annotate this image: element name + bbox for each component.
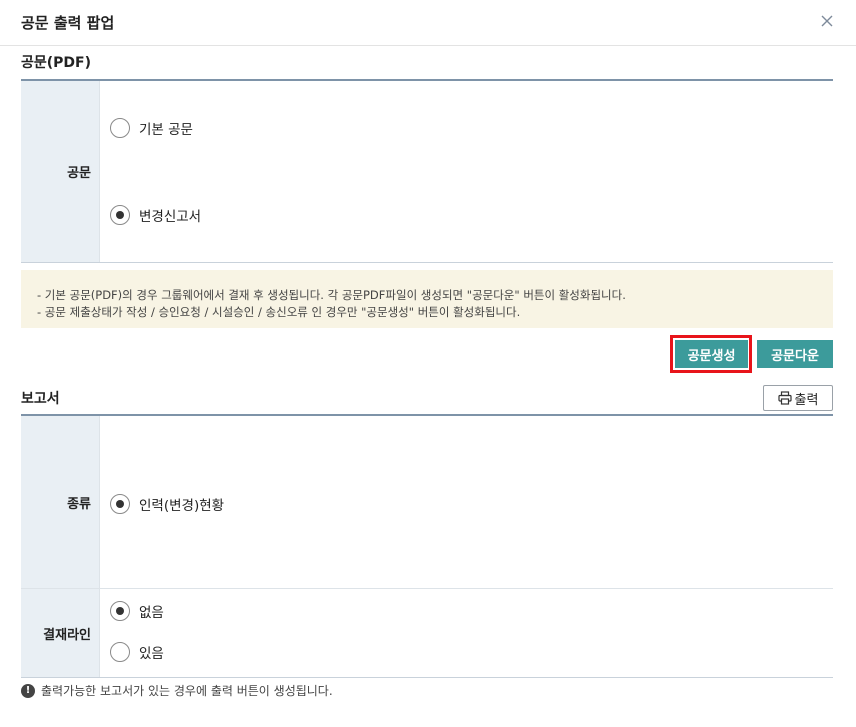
official-doc-table: 공문 기본 공문 변경신고서	[21, 79, 833, 263]
print-button-label: 출력	[794, 392, 819, 408]
approval-line-options: 없음 있음	[100, 589, 833, 677]
notice-box: - 기본 공문(PDF)의 경우 그룹웨어에서 결재 후 생성됩니다. 각 공문…	[21, 270, 833, 328]
report-type-row: 종류 인력(변경)현황	[21, 416, 833, 589]
printer-icon	[777, 391, 792, 405]
official-doc-section-title: 공문(PDF)	[21, 55, 92, 71]
report-footnote: ! 출력가능한 보고서가 있는 경우에 출력 버튼이 생성됩니다.	[21, 682, 333, 699]
radio-circle-approval-exists[interactable]	[110, 642, 130, 662]
report-type-label: 종류	[21, 416, 100, 588]
create-doc-button[interactable]: 공문생성	[675, 340, 748, 368]
report-footnote-text: 출력가능한 보고서가 있는 경우에 출력 버튼이 생성됩니다.	[41, 684, 333, 698]
info-icon: !	[21, 683, 35, 698]
official-doc-row-label: 공문	[21, 81, 100, 262]
radio-approval-exists[interactable]: 있음	[110, 642, 164, 662]
radio-circle-approval-none[interactable]	[110, 601, 130, 621]
report-section-title: 보고서	[21, 391, 60, 407]
notice-line-2: - 공문 제출상태가 작성 / 승인요청 / 시설승인 / 송신오류 인 경우만…	[37, 305, 521, 319]
popup-header: 공문 출력 팝업	[0, 0, 856, 46]
close-icon[interactable]	[818, 12, 836, 30]
approval-line-label: 결재라인	[21, 589, 100, 677]
radio-circle-basic-doc[interactable]	[110, 118, 130, 138]
radio-label-approval-exists: 있음	[139, 646, 164, 662]
report-type-options: 인력(변경)현황	[100, 416, 833, 588]
official-doc-row: 공문 기본 공문 변경신고서	[21, 81, 833, 262]
approval-line-row: 결재라인 없음 있음	[21, 589, 833, 677]
radio-basic-doc[interactable]: 기본 공문	[110, 118, 193, 138]
notice-line-1: - 기본 공문(PDF)의 경우 그룹웨어에서 결재 후 생성됩니다. 각 공문…	[37, 288, 626, 302]
radio-personnel-status[interactable]: 인력(변경)현황	[110, 494, 224, 514]
radio-circle-change-report[interactable]	[110, 205, 130, 225]
report-table: 종류 인력(변경)현황 결재라인 없음 있음	[21, 414, 833, 678]
radio-circle-personnel-status[interactable]	[110, 494, 130, 514]
radio-label-approval-none: 없음	[139, 605, 164, 621]
radio-change-report[interactable]: 변경신고서	[110, 205, 201, 225]
official-doc-options: 기본 공문 변경신고서	[100, 81, 833, 262]
radio-label-personnel-status: 인력(변경)현황	[139, 498, 225, 514]
radio-label-change-report: 변경신고서	[139, 209, 202, 225]
radio-approval-none[interactable]: 없음	[110, 601, 164, 621]
radio-label-basic-doc: 기본 공문	[139, 122, 193, 138]
print-button[interactable]: 출력	[763, 385, 833, 411]
popup-title: 공문 출력 팝업	[21, 14, 115, 32]
download-doc-button[interactable]: 공문다운	[757, 340, 833, 368]
